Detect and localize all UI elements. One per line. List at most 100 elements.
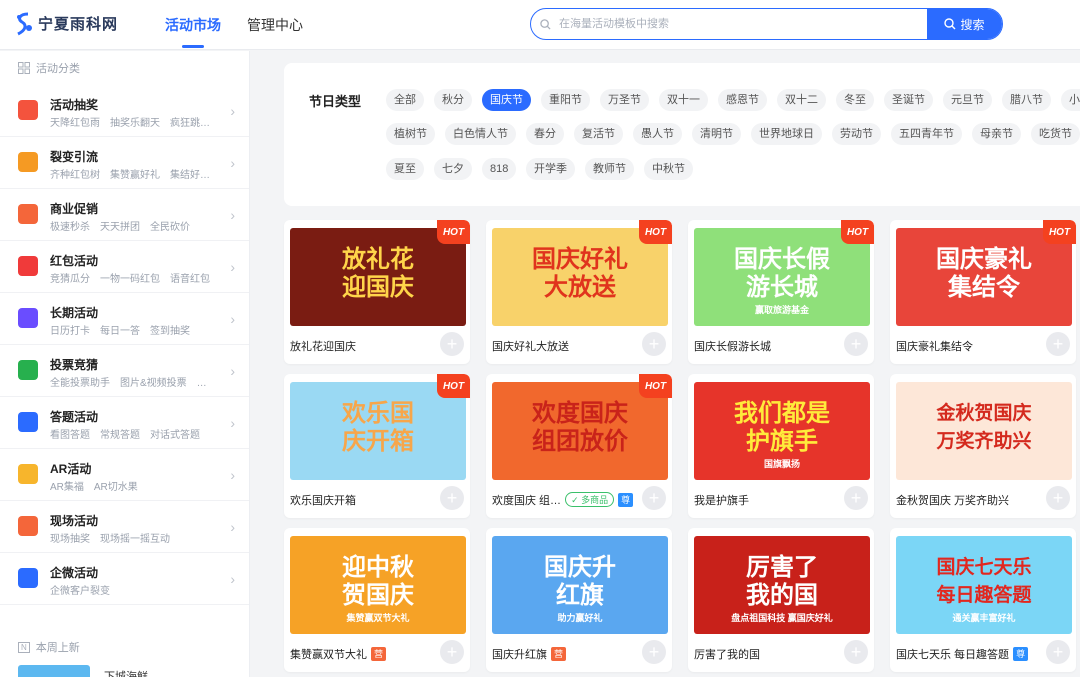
holiday-tag[interactable]: 万圣节: [600, 89, 649, 111]
nav-management-center[interactable]: 管理中心: [247, 15, 303, 35]
add-template-button[interactable]: +: [844, 486, 868, 510]
template-name: 欢乐国庆开箱: [290, 495, 356, 507]
top-bar: 宁夏雨科网 活动市场 管理中心 搜索: [0, 0, 1080, 50]
new-item[interactable]: 下城海鲜: [18, 665, 148, 677]
holiday-tag[interactable]: 双十二: [777, 89, 826, 111]
template-card[interactable]: 国庆七天乐 每日趣答题 通关赢丰富好礼 国庆七天乐 每日趣答题尊 +: [890, 528, 1076, 672]
template-thumbnail-title: 欢乐国 庆开箱: [342, 401, 414, 455]
holiday-tag[interactable]: 秋分: [434, 89, 472, 111]
template-card[interactable]: 放礼花 迎国庆 HOT 放礼花迎国庆 +: [284, 220, 470, 364]
template-card[interactable]: 迎中秋 贺国庆 集赞赢双节大礼 集赞赢双节大礼营 +: [284, 528, 470, 672]
template-card[interactable]: 国庆升 红旗 助力赢好礼 国庆升红旗营 +: [486, 528, 672, 672]
template-thumbnail-title: 金秋贺国庆 万奖齐助兴: [936, 403, 1032, 452]
template-card[interactable]: 金秋贺国庆 万奖齐助兴 金秋贺国庆 万奖齐助兴 +: [890, 374, 1076, 518]
holiday-tag[interactable]: 吃货节: [1031, 123, 1080, 145]
sidebar-item-0[interactable]: 活动抽奖 天降红包雨 抽奖乐翻天 疯狂跳跳… ›: [0, 85, 249, 137]
question-icon: [18, 412, 38, 432]
sidebar-item-6[interactable]: 答题活动 看图答题 常规答题 对话式答题 ›: [0, 397, 249, 449]
sidebar-item-title: AR活动: [50, 462, 92, 476]
holiday-tag[interactable]: 重阳节: [541, 89, 590, 111]
holiday-tag[interactable]: 白色情人节: [445, 123, 516, 145]
holiday-tag[interactable]: 清明节: [692, 123, 741, 145]
holiday-tag[interactable]: 腊八节: [1002, 89, 1051, 111]
sidebar-item-2[interactable]: 商业促销 极速秒杀 天天拼团 全民砍价 ›: [0, 189, 249, 241]
search-button-label: 搜索: [960, 17, 985, 32]
holiday-tag[interactable]: 复活节: [574, 123, 623, 145]
holiday-tag[interactable]: 世界地球日: [751, 123, 822, 145]
holiday-tag[interactable]: 春分: [526, 123, 564, 145]
holiday-tag[interactable]: 五四青年节: [891, 123, 962, 145]
template-card[interactable]: 欢度国庆 组团放价 HOT 欢度国庆 组… ✓ 多商品尊 +: [486, 374, 672, 518]
holiday-tag[interactable]: 母亲节: [972, 123, 1021, 145]
holiday-tag[interactable]: 国庆节: [482, 89, 531, 111]
price-tag-icon: [18, 204, 38, 224]
template-card[interactable]: 国庆豪礼 集结令 HOT 国庆豪礼集结令 +: [890, 220, 1076, 364]
holiday-tag[interactable]: 中秋节: [644, 158, 693, 180]
holiday-tag[interactable]: 圣诞节: [884, 89, 933, 111]
template-name: 我是护旗手: [694, 495, 749, 507]
template-thumbnail-title: 国庆七天乐 每日趣答题: [936, 557, 1032, 606]
search-button[interactable]: 搜索: [927, 9, 1002, 39]
hot-badge: HOT: [437, 220, 470, 244]
add-template-button[interactable]: +: [1046, 486, 1070, 510]
template-card[interactable]: 国庆好礼 大放送 HOT 国庆好礼大放送 +: [486, 220, 672, 364]
marketing-badge: 营: [551, 647, 567, 661]
add-template-button[interactable]: +: [440, 332, 464, 356]
template-thumbnail: 放礼花 迎国庆: [290, 228, 466, 326]
sidebar-item-1[interactable]: 裂变引流 齐种红包树 集赞赢好礼 集结好友… ›: [0, 137, 249, 189]
hot-badge: HOT: [639, 220, 672, 244]
add-template-button[interactable]: +: [440, 486, 464, 510]
holiday-tag[interactable]: 劳动节: [832, 123, 881, 145]
sidebar-item-8[interactable]: 现场活动 现场抽奖 现场摇一摇互动 ›: [0, 501, 249, 553]
holiday-tag[interactable]: 夏至: [386, 158, 424, 180]
chevron-right-icon: ›: [230, 259, 235, 275]
add-template-button[interactable]: +: [440, 640, 464, 664]
holiday-tag[interactable]: 开学季: [526, 158, 575, 180]
holiday-tag[interactable]: 植树节: [386, 123, 435, 145]
sidebar-item-3[interactable]: 红包活动 竞猜瓜分 一物一码红包 语音红包 ›: [0, 241, 249, 293]
template-thumbnail: 国庆好礼 大放送: [492, 228, 668, 326]
template-thumbnail-title: 迎中秋 贺国庆: [342, 555, 414, 609]
holiday-tag[interactable]: 小年: [1061, 89, 1080, 111]
add-template-button[interactable]: +: [642, 640, 666, 664]
holiday-tag[interactable]: 七夕: [434, 158, 472, 180]
nav-activity-market[interactable]: 活动市场: [165, 15, 221, 48]
template-thumbnail-title: 国庆好礼 大放送: [532, 247, 628, 301]
holiday-tag[interactable]: 教师节: [585, 158, 634, 180]
add-template-button[interactable]: +: [1046, 332, 1070, 356]
sidebar-item-title: 活动抽奖: [50, 98, 99, 112]
sidebar-item-title: 商业促销: [50, 202, 99, 216]
sidebar-item-title: 红包活动: [50, 254, 99, 268]
sidebar-item-5[interactable]: 投票竞猜 全能投票助手 图片&视频投票 多… ›: [0, 345, 249, 397]
add-template-button[interactable]: +: [844, 640, 868, 664]
chevron-right-icon: ›: [230, 155, 235, 171]
template-thumbnail-subtitle: 助力赢好礼: [557, 613, 603, 623]
template-card[interactable]: 厉害了 我的国 盘点祖国科技 赢国庆好礼 厉害了我的国 +: [688, 528, 874, 672]
holiday-tag[interactable]: 818: [482, 158, 517, 180]
sidebar: 活动分类 活动抽奖 天降红包雨 抽奖乐翻天 疯狂跳跳… › 裂变引流 齐种红包树 集赞赢…: [0, 51, 250, 677]
add-template-button[interactable]: +: [642, 332, 666, 356]
calendar-icon: [18, 308, 38, 328]
holiday-tag[interactable]: 冬至: [836, 89, 874, 111]
template-name: 欢度国庆 组… ✓ 多商品尊: [492, 492, 634, 508]
logo[interactable]: 宁夏雨科网: [14, 12, 118, 36]
new-this-week-label: 本周上新: [35, 642, 80, 654]
sidebar-item-subtitle: 天降红包雨 抽奖乐翻天 疯狂跳跳…: [50, 118, 215, 129]
sidebar-item-7[interactable]: AR活动 AR集福 AR切水果 ›: [0, 449, 249, 501]
add-template-button[interactable]: +: [642, 486, 666, 510]
holiday-tag[interactable]: 全部: [386, 89, 424, 111]
screen-icon: [18, 516, 38, 536]
holiday-tag[interactable]: 愚人节: [633, 123, 682, 145]
add-template-button[interactable]: +: [844, 332, 868, 356]
template-card[interactable]: 我们都是 护旗手 国旗飘扬 我是护旗手 +: [688, 374, 874, 518]
search-input[interactable]: [559, 9, 927, 39]
holiday-tag[interactable]: 双十一: [659, 89, 708, 111]
sidebar-item-4[interactable]: 长期活动 日历打卡 每日一答 签到抽奖 ›: [0, 293, 249, 345]
template-name: 国庆豪礼集结令: [896, 341, 973, 353]
sidebar-item-9[interactable]: 企微活动 企微客户裂变 ›: [0, 553, 249, 605]
holiday-tag[interactable]: 元旦节: [943, 89, 992, 111]
template-card[interactable]: 国庆长假 游长城 赢取旅游基金 HOT 国庆长假游长城 +: [688, 220, 874, 364]
holiday-tag[interactable]: 感恩节: [718, 89, 767, 111]
template-card[interactable]: 欢乐国 庆开箱 HOT 欢乐国庆开箱 +: [284, 374, 470, 518]
add-template-button[interactable]: +: [1046, 640, 1070, 664]
